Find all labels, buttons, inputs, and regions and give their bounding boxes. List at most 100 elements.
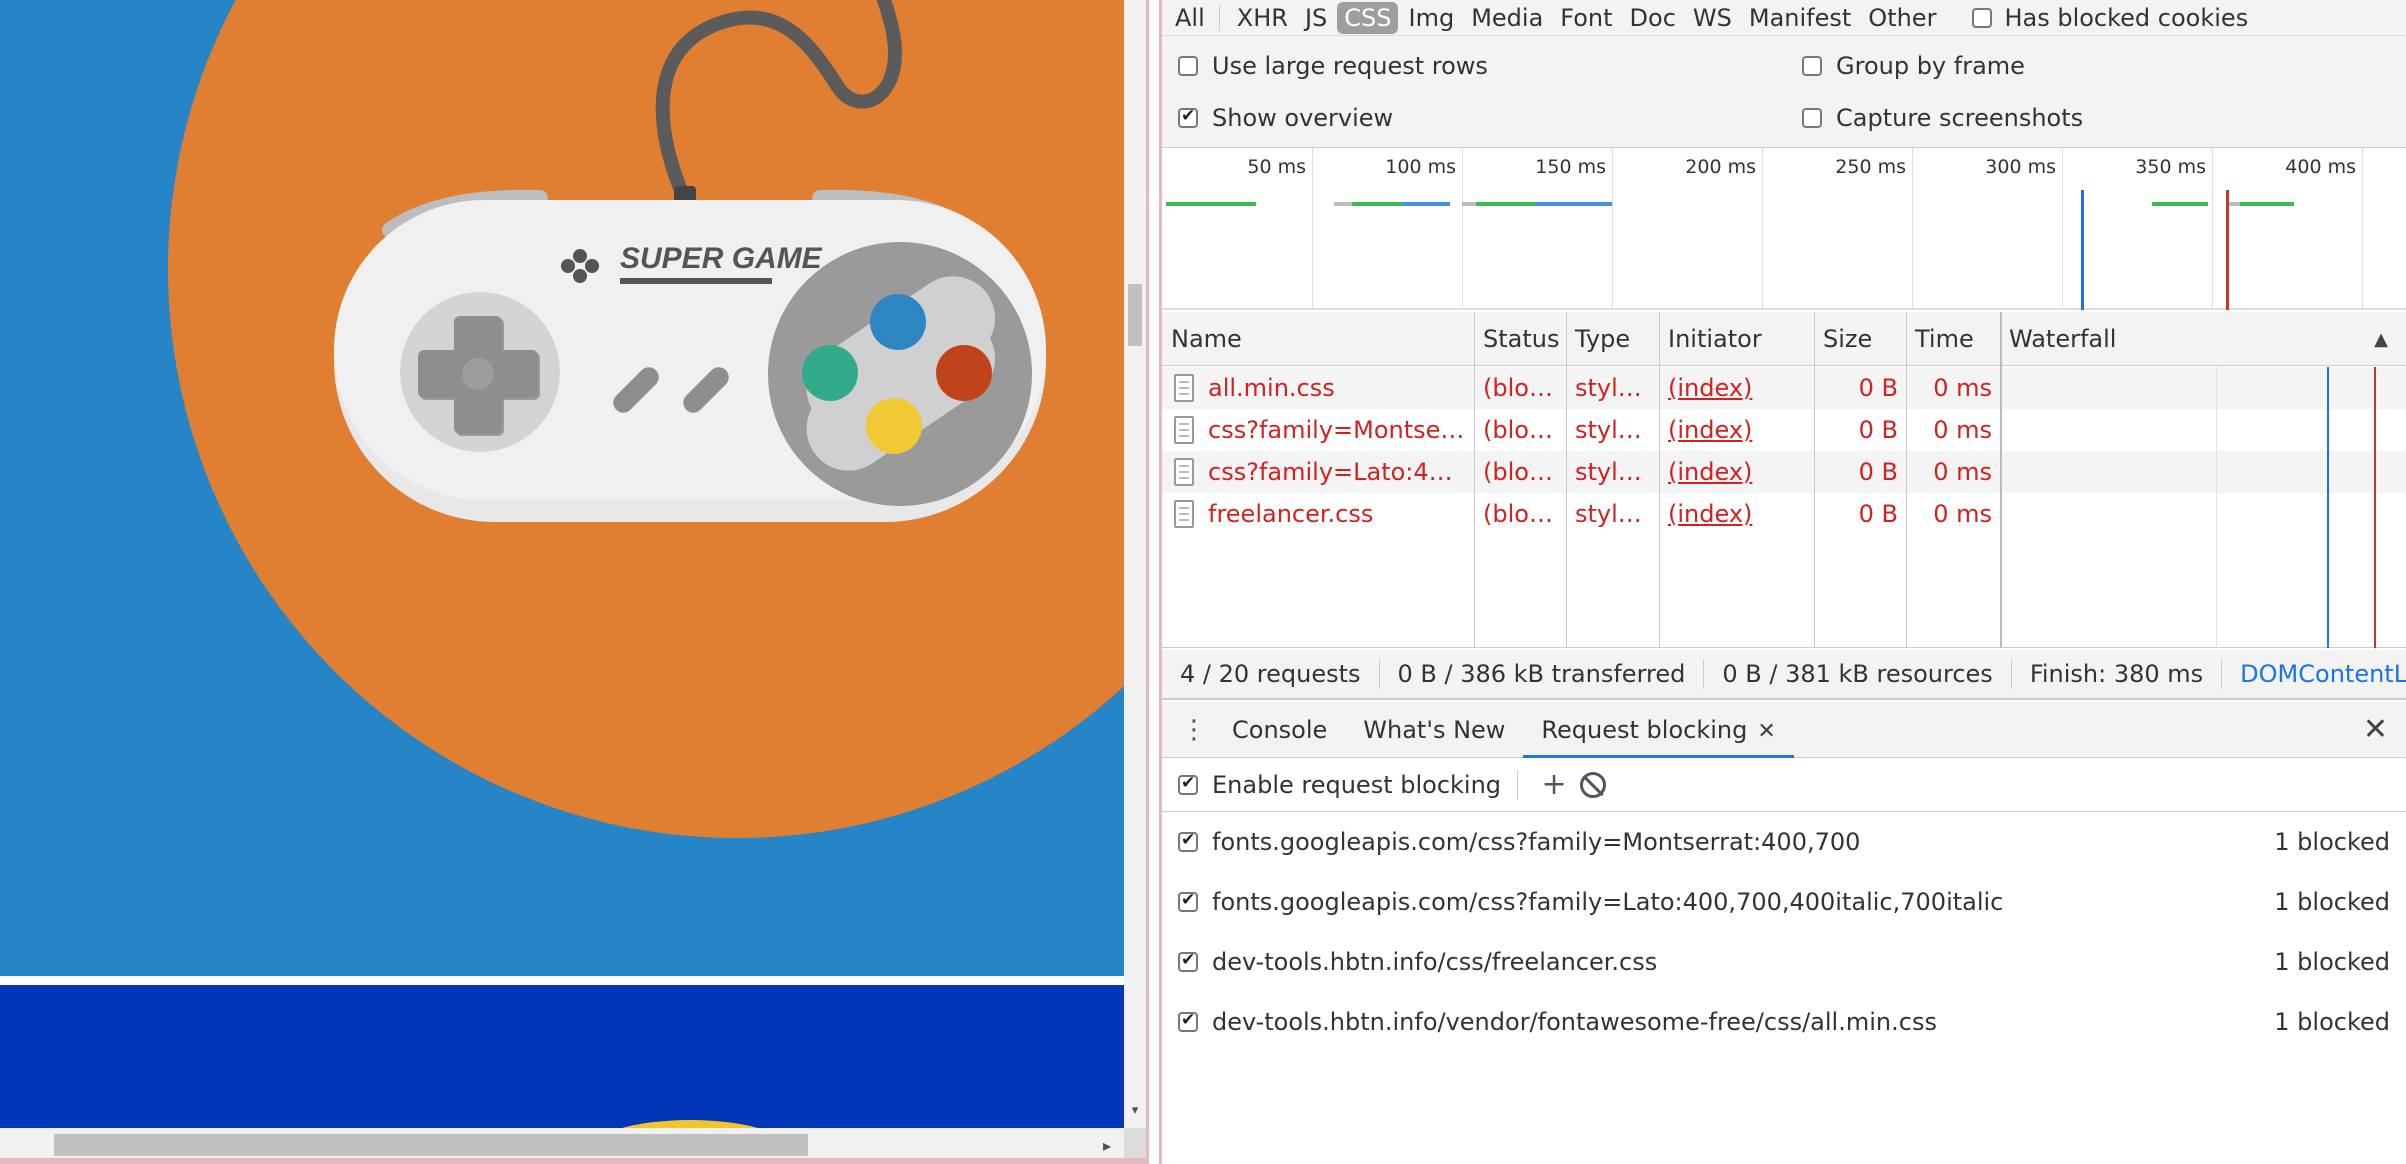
has-blocked-cookies-option[interactable]: Has blocked cookies [1972,4,2248,32]
filter-other[interactable]: Other [1861,2,1943,34]
capture-screenshots-option[interactable]: Capture screenshots [1802,104,2083,132]
more-options-icon[interactable]: ⋮ [1174,715,1214,745]
header-status[interactable]: Status [1474,312,1559,366]
large-rows-label: Use large request rows [1212,52,1488,80]
panel-splitter[interactable] [1146,0,1162,1164]
group-by-frame-checkbox[interactable] [1802,56,1822,76]
header-initiator[interactable]: Initiator [1659,312,1762,366]
capture-screenshots-checkbox[interactable] [1802,108,1822,128]
request-type: style… [1575,416,1652,444]
show-overview-label: Show overview [1212,104,1394,132]
vertical-scroll-thumb[interactable] [1128,284,1142,346]
tab-console[interactable]: Console [1214,702,1345,758]
large-rows-option[interactable]: Use large request rows [1178,52,1488,80]
request-name: freelancer.css [1208,500,1374,528]
enable-request-blocking-checkbox[interactable] [1178,773,1198,795]
tab-request-blocking[interactable]: Request blocking ✕ [1523,702,1794,758]
request-status: (blo… [1483,458,1553,486]
large-rows-checkbox[interactable] [1178,56,1198,76]
sort-ascending-icon[interactable]: ▲ [2374,329,2388,350]
pattern-blocked-count: 1 blocked [2274,1008,2390,1036]
overview-gridline [1312,148,1313,310]
close-tab-icon[interactable]: ✕ [1757,719,1775,744]
pattern-blocked-count: 1 blocked [2274,828,2390,856]
pattern-checkbox[interactable] [1178,950,1198,972]
request-initiator-link[interactable]: (index) [1659,409,1807,451]
request-initiator-link[interactable]: (index) [1659,493,1807,535]
page-viewport: SUPER GAME ▾ ▸ [0,0,1146,1164]
pattern-checkbox[interactable] [1178,1010,1198,1032]
filter-media[interactable]: Media [1464,2,1550,34]
request-name: all.min.css [1208,374,1335,402]
request-time: 0 ms [1933,458,1992,486]
group-by-frame-label: Group by frame [1836,52,2025,80]
network-overview[interactable]: 50 ms 100 ms 150 ms 200 ms 250 ms 300 ms… [1162,148,2406,310]
table-row[interactable]: all.min.css (blo… style… (index) 0 B 0 m… [1162,367,2406,409]
header-name[interactable]: Name [1162,312,1242,366]
status-summary-bar: 4 / 20 requests 0 B / 386 kB transferred… [1162,650,2406,700]
pattern-url: fonts.googleapis.com/css?family=Montserr… [1212,828,1861,856]
overview-gridline [1462,148,1463,310]
filter-all[interactable]: All [1168,2,1212,34]
show-overview-option[interactable]: Show overview [1178,104,1393,132]
list-item[interactable]: fonts.googleapis.com/css?family=Lato:400… [1162,872,2406,932]
clear-patterns-icon[interactable] [1580,771,1607,798]
column-divider[interactable] [2000,312,2002,648]
page-content: SUPER GAME [0,0,1124,1128]
has-blocked-cookies-checkbox[interactable] [1972,7,1993,28]
close-drawer-icon[interactable]: ✕ [2363,712,2388,747]
filter-xhr[interactable]: XHR [1230,2,1295,34]
header-waterfall[interactable]: Waterfall [2000,312,2116,366]
filter-img[interactable]: Img [1401,2,1461,34]
filter-manifest[interactable]: Manifest [1742,2,1858,34]
tab-whats-new[interactable]: What's New [1345,702,1523,758]
column-divider[interactable] [1659,312,1660,648]
vertical-scrollbar[interactable]: ▾ [1124,0,1146,1128]
list-item[interactable]: fonts.googleapis.com/css?family=Montserr… [1162,812,2406,872]
filter-js[interactable]: JS [1298,2,1334,34]
toolbar-separator [1517,769,1519,800]
list-item[interactable]: dev-tools.hbtn.info/vendor/fontawesome-f… [1162,992,2406,1052]
request-size: 0 B [1858,374,1898,402]
header-time[interactable]: Time [1906,312,1974,366]
type-filter-bar: All XHR JS CSS Img Media Font Doc WS Man… [1162,0,2406,36]
table-row[interactable]: freelancer.css (blo… style… (index) 0 B … [1162,493,2406,535]
horizontal-scroll-thumb[interactable] [54,1134,808,1156]
scroll-right-arrow-icon[interactable]: ▸ [1100,1136,1114,1156]
filter-font[interactable]: Font [1553,2,1619,34]
request-table-header: Name Status Type Initiator Size Time Wat… [1162,312,2406,366]
group-by-frame-option[interactable]: Group by frame [1802,52,2025,80]
header-size[interactable]: Size [1814,312,1872,366]
filter-ws[interactable]: WS [1686,2,1739,34]
show-overview-checkbox[interactable] [1178,106,1198,128]
pattern-checkbox[interactable] [1178,890,1198,912]
table-row[interactable]: css?family=Lato:400,… (blo… style… (inde… [1162,451,2406,493]
request-initiator-link[interactable]: (index) [1659,367,1807,409]
overview-gridline [2062,148,2063,310]
enable-request-blocking-label: Enable request blocking [1212,770,1502,799]
overview-request-bar [1402,202,1450,206]
pattern-url: dev-tools.hbtn.info/vendor/fontawesome-f… [1212,1008,1937,1036]
filter-doc[interactable]: Doc [1623,2,1683,34]
column-divider[interactable] [1906,312,1907,648]
header-type[interactable]: Type [1566,312,1630,366]
column-divider[interactable] [1566,312,1567,648]
request-initiator-link[interactable]: (index) [1659,451,1807,493]
document-icon [1174,416,1194,444]
table-row[interactable]: css?family=Montserr… (blo… style… (index… [1162,409,2406,451]
summary-dom-content-loaded: DOMContentLoaded: 3 [2240,660,2406,688]
pattern-checkbox[interactable] [1178,830,1198,852]
controller-brand: SUPER GAME [620,242,823,275]
request-table: Name Status Type Initiator Size Time Wat… [1162,312,2406,648]
summary-resources: 0 B / 381 kB resources [1704,659,2012,689]
summary-requests: 4 / 20 requests [1162,659,1380,689]
filter-separator [1218,4,1220,31]
list-item[interactable]: dev-tools.hbtn.info/css/freelancer.css 1… [1162,932,2406,992]
scroll-down-arrow-icon[interactable]: ▾ [1128,1104,1142,1118]
request-blocking-toolbar: Enable request blocking + [1162,758,2406,812]
column-divider[interactable] [1814,312,1815,648]
filter-css[interactable]: CSS [1337,1,1399,34]
overview-gridline [2362,148,2363,310]
column-divider[interactable] [1474,312,1475,648]
add-pattern-icon[interactable]: + [1534,767,1574,802]
